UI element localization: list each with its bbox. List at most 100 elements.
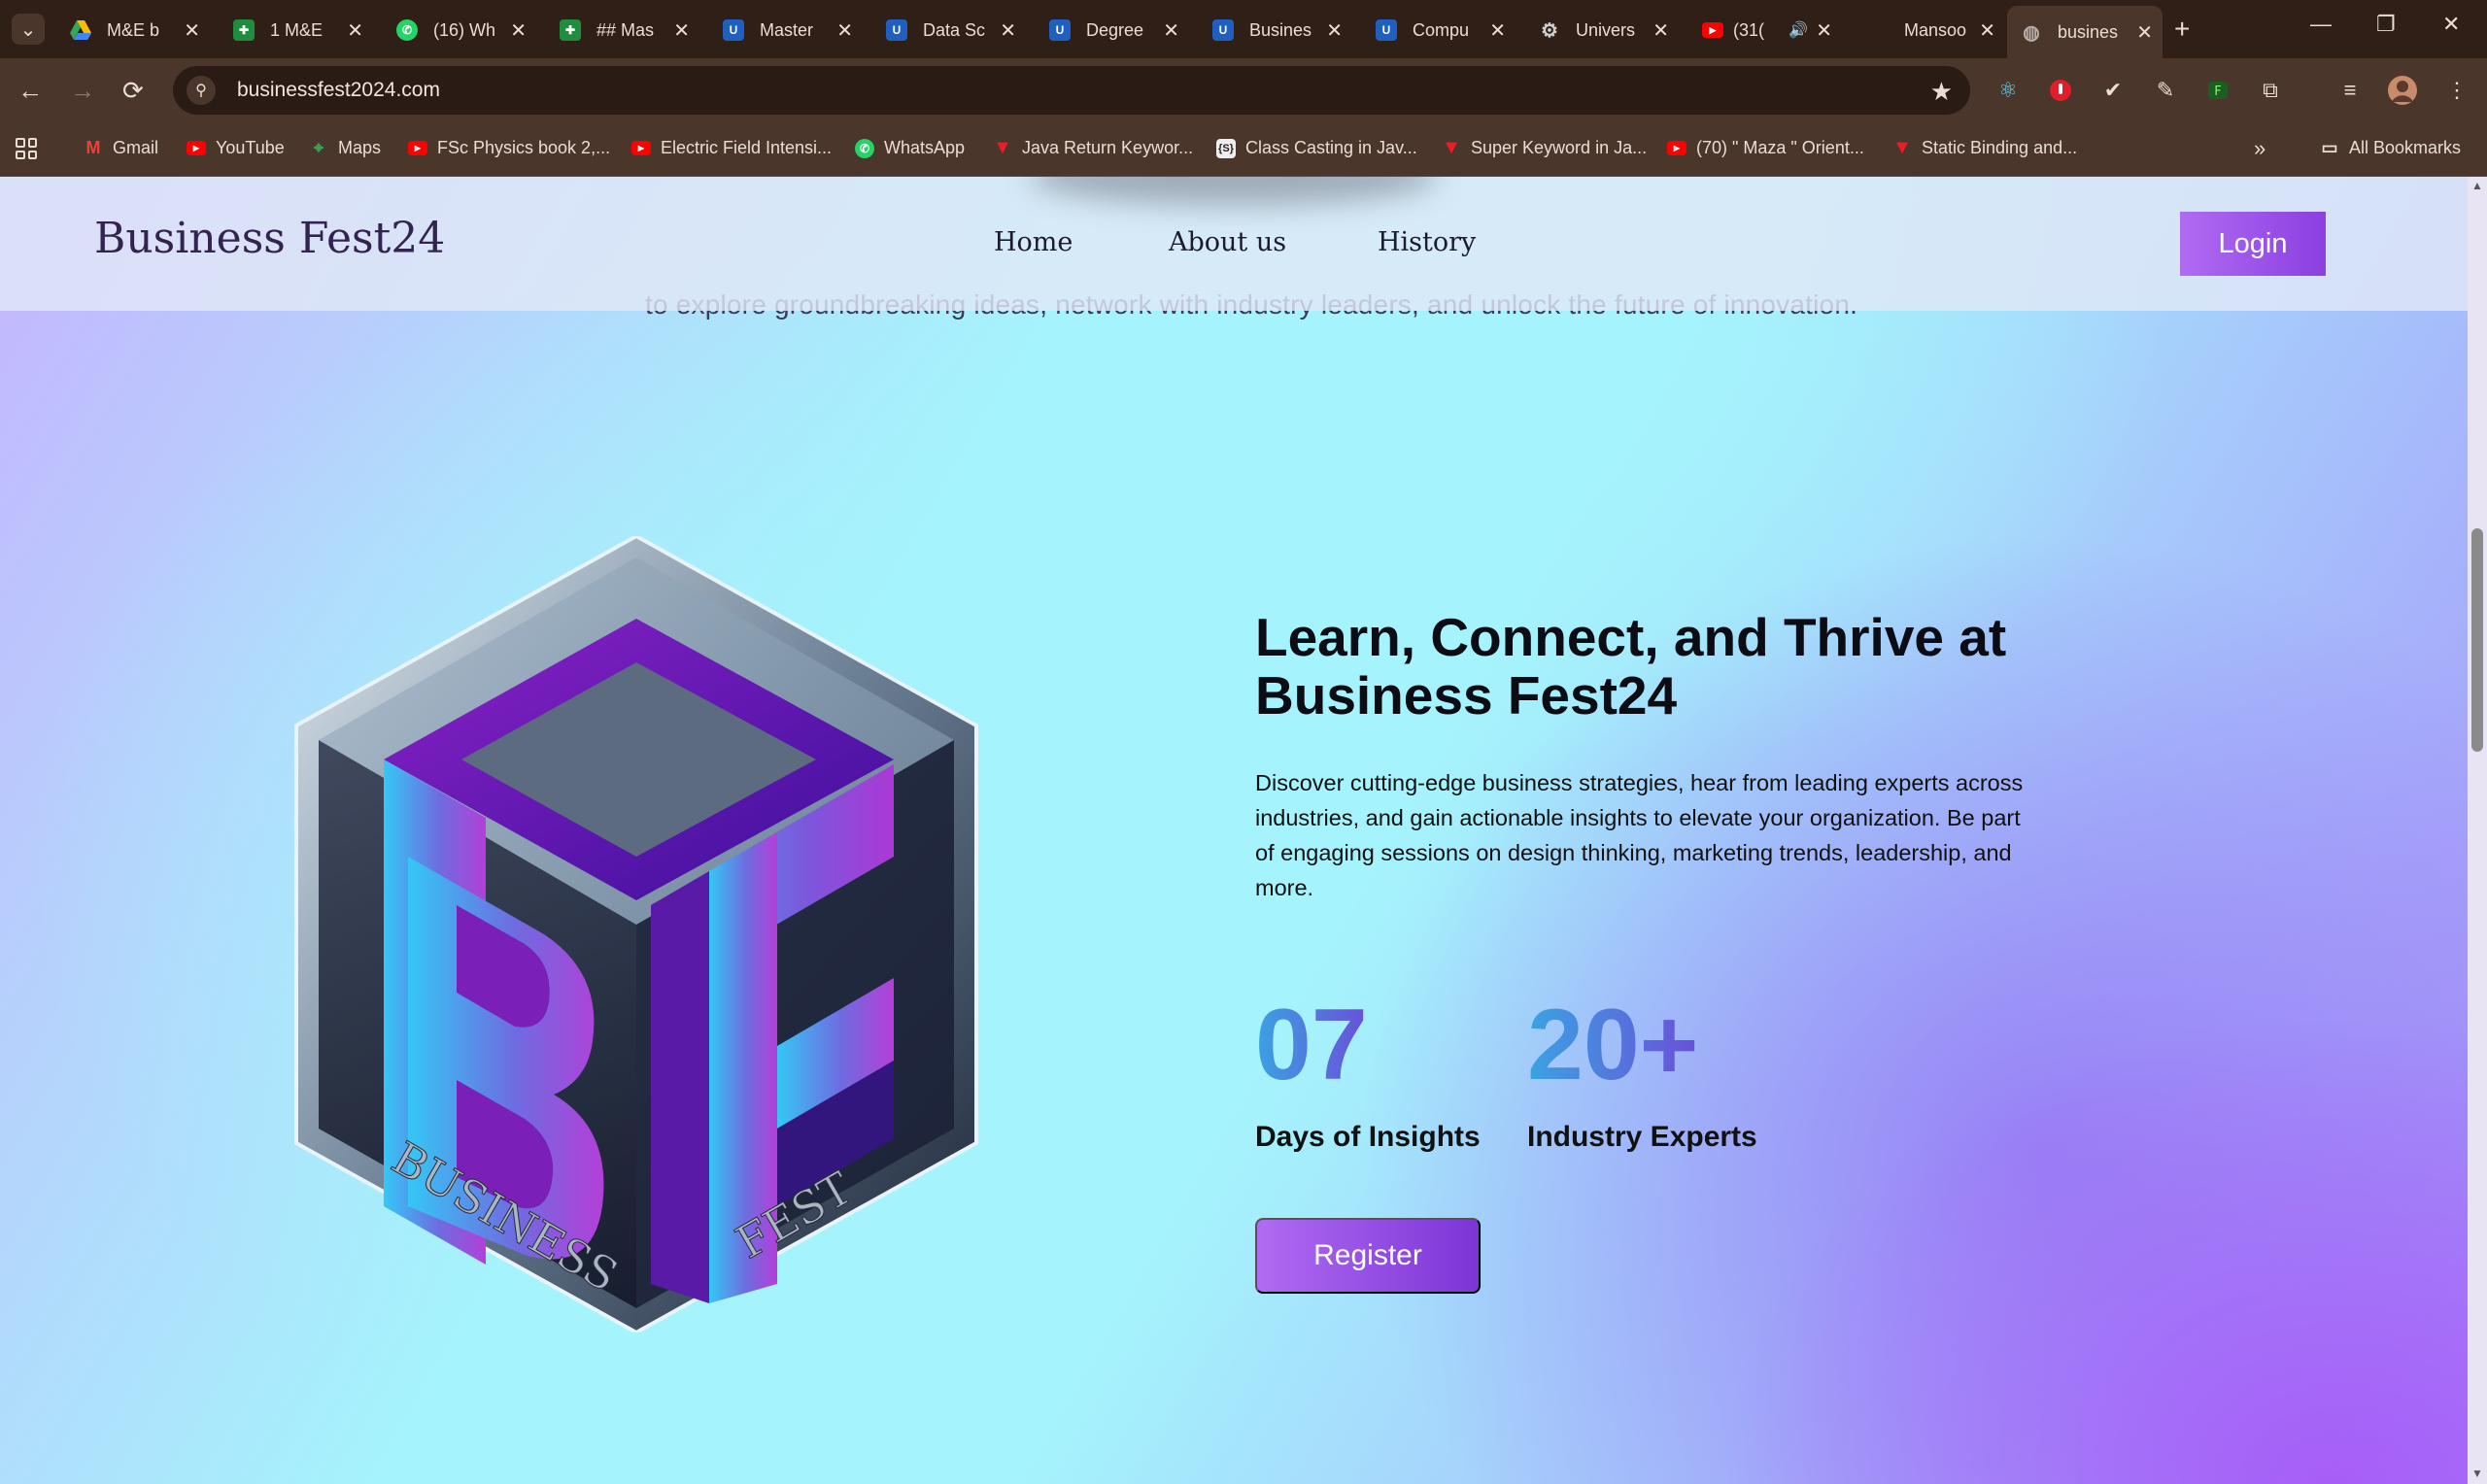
bookmark-label: WhatsApp	[884, 138, 966, 157]
tab-label: (31(	[1733, 19, 1765, 40]
new-tab-icon[interactable]: +	[2174, 14, 2190, 45]
profile-avatar[interactable]	[2388, 76, 2417, 105]
bookmark-item[interactable]: M Gmail	[84, 138, 159, 158]
browser-tab[interactable]: ⚙ Univers ✕	[1525, 10, 1679, 51]
extension-red-icon[interactable]	[2046, 76, 2075, 105]
tab-label: Degree	[1086, 19, 1144, 40]
google-drive-icon	[70, 19, 91, 41]
youtube-icon: ▶	[408, 141, 427, 155]
browser-tab[interactable]: U Compu ✕	[1362, 10, 1516, 51]
tutorial-icon: ▼	[1442, 137, 1461, 158]
bookmark-item[interactable]: ▶ YouTube	[187, 138, 285, 158]
extensions-puzzle-icon[interactable]: ⧉	[2256, 76, 2285, 105]
address-bar[interactable]: ⚲ businessfest2024.com ★	[173, 66, 1970, 115]
bookmark-item[interactable]: ▶ FSc Physics book 2,...	[408, 138, 610, 158]
register-button[interactable]: Register	[1255, 1218, 1481, 1294]
browser-tab[interactable]: ✚ 1 M&E ✕	[220, 10, 373, 51]
browser-tab-strip: ⌄ M&E b ✕ ✚ 1 M&E ✕ ✆ (16) Wh ✕ ✚ ## Mas…	[0, 0, 2487, 58]
stat-days-value: 07	[1255, 989, 1368, 1101]
checkmark-extension-icon[interactable]: ✔	[2098, 76, 2128, 105]
code-icon: {S}	[1216, 138, 1236, 158]
close-icon[interactable]: ✕	[836, 18, 853, 43]
tab-label: Busines	[1249, 19, 1312, 40]
color-picker-icon[interactable]: ✎	[2151, 76, 2180, 105]
site-brand[interactable]: Business Fest24	[94, 214, 445, 263]
bookmark-label: Java Return Keywor...	[1022, 138, 1194, 157]
reload-icon[interactable]: ⟳	[122, 76, 144, 106]
url-text[interactable]: businessfest2024.com	[237, 79, 440, 102]
folder-icon: ▭	[2321, 138, 2338, 157]
site-settings-icon[interactable]: ⚲	[187, 76, 216, 105]
browser-tab[interactable]: Mansoo ✕	[1852, 10, 2005, 51]
browser-tab[interactable]: U Degree ✕	[1036, 10, 1189, 51]
more-bookmarks-chevron-icon[interactable]: »	[2254, 136, 2266, 161]
close-icon[interactable]: ✕	[1163, 18, 1179, 43]
more-menu-icon[interactable]: ⋮	[2442, 76, 2471, 105]
close-icon[interactable]: ✕	[184, 18, 200, 43]
close-icon[interactable]: ✕	[1652, 18, 1669, 43]
browser-tab[interactable]: U Data Sc ✕	[872, 10, 1026, 51]
speaker-icon[interactable]: 🔊	[1789, 20, 1808, 40]
close-icon[interactable]: ✕	[2136, 20, 2153, 45]
browser-tab-active[interactable]: ◍ busines ✕	[2007, 6, 2163, 58]
apps-grid-icon[interactable]	[16, 138, 37, 159]
browser-tab[interactable]: ✚ ## Mas ✕	[546, 10, 699, 51]
bookmark-label: FSc Physics book 2,...	[437, 138, 611, 157]
scroll-thumb[interactable]	[2471, 528, 2483, 752]
bf-cube-logo-image: BUSINESS FEST	[294, 533, 978, 1335]
close-icon[interactable]: ✕	[1979, 18, 1995, 43]
nav-home[interactable]: Home	[994, 227, 1073, 257]
bookmark-item[interactable]: ▼ Static Binding and...	[1892, 137, 2078, 158]
close-icon[interactable]: ✕	[1816, 18, 1832, 43]
browser-tab[interactable]: M&E b ✕	[56, 10, 210, 51]
university-icon: U	[1212, 19, 1234, 41]
minimize-icon[interactable]: —	[2310, 12, 2332, 37]
login-button[interactable]: Login	[2180, 212, 2326, 276]
close-icon[interactable]: ✕	[1489, 18, 1506, 43]
bookmark-item[interactable]: ▶ Electric Field Intensi...	[631, 138, 832, 158]
nav-about[interactable]: About us	[1169, 227, 1286, 257]
browser-tab[interactable]: ▶ (31( 🔊 ✕	[1688, 10, 1842, 51]
page-scrollbar[interactable]: ▲ ▼	[2468, 177, 2487, 1484]
restore-icon[interactable]: ❐	[2376, 12, 2396, 37]
close-icon[interactable]: ✕	[1326, 18, 1343, 43]
tutorial-icon: ▼	[993, 137, 1012, 158]
nav-history[interactable]: History	[1378, 227, 1476, 257]
maps-icon: ⌖	[313, 138, 324, 157]
back-arrow-icon[interactable]: ←	[17, 76, 43, 106]
bookmark-label: Static Binding and...	[1922, 138, 2078, 157]
bookmark-label: Gmail	[113, 138, 159, 157]
close-icon[interactable]: ✕	[1000, 18, 1016, 43]
browser-tab[interactable]: U Busines ✕	[1199, 10, 1352, 51]
close-icon[interactable]: ✕	[347, 18, 363, 43]
all-bookmarks-button[interactable]: ▭ All Bookmarks	[2320, 138, 2461, 158]
bookmark-item[interactable]: {S} Class Casting in Jav...	[1216, 138, 1417, 158]
browser-tab[interactable]: U Master ✕	[709, 10, 863, 51]
bookmark-item[interactable]: ▶ (70) " Maza " Orient...	[1667, 138, 1864, 158]
bookmark-item[interactable]: ⌖ Maps	[309, 138, 381, 158]
extension-green-icon[interactable]: F	[2203, 76, 2232, 105]
bookmark-item[interactable]: ▼ Java Return Keywor...	[993, 137, 1194, 158]
scroll-down-icon[interactable]: ▼	[2471, 1467, 2483, 1480]
bookmark-star-icon[interactable]: ★	[1930, 77, 1953, 107]
window-close-icon[interactable]: ✕	[2442, 12, 2460, 37]
all-bookmarks-label: All Bookmarks	[2349, 138, 2462, 157]
tab-search-chevron-icon[interactable]: ⌄	[12, 14, 45, 45]
forward-arrow-icon[interactable]: →	[70, 76, 95, 106]
site-header: Business Fest24 Home About us History Lo…	[0, 177, 2468, 311]
tutorial-icon: ▼	[1892, 137, 1912, 158]
bookmark-item[interactable]: ✆ WhatsApp	[855, 138, 965, 158]
scroll-up-icon[interactable]: ▲	[2471, 179, 2483, 192]
stat-experts-label: Industry Experts	[1527, 1121, 1757, 1153]
university-icon: U	[1376, 19, 1397, 41]
react-devtools-icon[interactable]: ⚛	[1993, 76, 2023, 105]
close-icon[interactable]: ✕	[673, 18, 690, 43]
browser-tab[interactable]: ✆ (16) Wh ✕	[383, 10, 536, 51]
tab-label: (16) Wh	[433, 19, 496, 40]
youtube-icon: ▶	[187, 141, 206, 155]
bookmark-item[interactable]: ▼ Super Keyword in Ja...	[1442, 137, 1647, 158]
media-control-icon[interactable]: ≡	[2335, 76, 2365, 105]
bookmark-label: Maps	[338, 138, 382, 157]
close-icon[interactable]: ✕	[510, 18, 527, 43]
page-viewport: to explore groundbreaking ideas, network…	[0, 177, 2468, 1484]
